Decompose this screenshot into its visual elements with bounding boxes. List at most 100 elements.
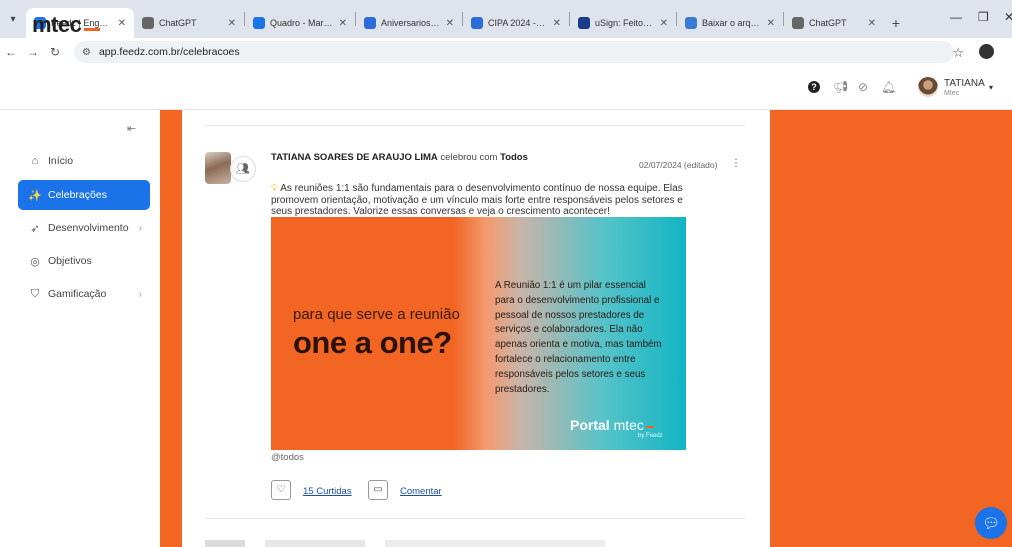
tab-favicon-icon bbox=[578, 17, 590, 29]
tab-title: Aniversarios mai bbox=[381, 18, 440, 28]
browser-tab[interactable]: ChatGPT ✕ bbox=[784, 8, 884, 38]
tab-title: uSign: Feito para bbox=[595, 18, 654, 28]
browser-tab[interactable]: Quadro - Market ✕ bbox=[245, 8, 355, 38]
group-icon: 👥︎ bbox=[230, 156, 256, 182]
banner-logo-light: mtec bbox=[613, 417, 644, 433]
tab-title: Quadro - Market bbox=[270, 18, 333, 28]
lightbulb-icon: 💡︎ bbox=[271, 183, 278, 194]
sidebar-item-label: Objetivos bbox=[48, 255, 92, 267]
tab-close-icon[interactable]: ✕ bbox=[228, 18, 236, 29]
post-verb: celebrou com bbox=[440, 152, 498, 163]
collapse-sidebar-icon[interactable]: ⇤ bbox=[127, 122, 136, 135]
tab-title: Baixar o arquivo bbox=[702, 18, 761, 28]
home-icon: ⌂ bbox=[31, 155, 39, 167]
address-bar: ← → ↻ ⚙ app.feedz.com.br/celebracoes bbox=[0, 38, 1012, 66]
sidebar-item-label: Início bbox=[48, 155, 74, 167]
tab-close-icon[interactable]: ✕ bbox=[446, 18, 454, 29]
sidebar-item-label: Gamificação bbox=[48, 288, 107, 300]
user-company: Mtec bbox=[944, 90, 960, 97]
post-date-value: 02/07/2024 bbox=[639, 160, 682, 170]
sidebar-item-inicio[interactable]: ⌂ Início bbox=[18, 146, 150, 176]
tab-favicon-icon bbox=[685, 17, 697, 29]
site-settings-icon[interactable]: ⚙ bbox=[82, 47, 91, 58]
user-name[interactable]: TATIANA bbox=[944, 78, 985, 89]
forward-icon[interactable]: → bbox=[22, 45, 44, 59]
restore-icon[interactable]: ❐ bbox=[978, 10, 989, 24]
like-heart-icon[interactable]: ♡ bbox=[271, 480, 291, 500]
background-left bbox=[160, 110, 182, 547]
sidebar-item-celebracoes[interactable]: ✨ Celebrações bbox=[18, 180, 150, 210]
url-field[interactable]: ⚙ app.feedz.com.br/celebracoes bbox=[74, 41, 954, 63]
post-author[interactable]: TATIANA SOARES DE ARAUJO LIMA bbox=[271, 152, 438, 163]
tab-close-icon[interactable]: ✕ bbox=[553, 18, 561, 29]
banner-subtitle: para que serve a reunião bbox=[293, 306, 460, 323]
tab-favicon-icon bbox=[792, 17, 804, 29]
party-icon: ✨ bbox=[28, 189, 42, 202]
more-options-icon[interactable]: ⋮ bbox=[731, 158, 741, 169]
post-date: 02/07/2024 (editado) bbox=[639, 160, 717, 170]
browser-tab[interactable]: ChatGPT ✕ bbox=[134, 8, 244, 38]
author-avatar[interactable] bbox=[205, 152, 231, 184]
banner-logo: Portal mtec bbox=[570, 417, 654, 433]
sidebar-item-desenvolvimento[interactable]: ➶ Desenvolvimento › bbox=[18, 213, 150, 243]
sidebar-item-label: Celebrações bbox=[48, 189, 107, 201]
post-text: 💡︎ As reuniões 1:1 são fundamentais para… bbox=[271, 183, 691, 218]
comment-icon[interactable]: ▭ bbox=[368, 480, 388, 500]
tab-title: CIPA 2024 - Apre bbox=[488, 18, 547, 28]
post-edited-label: (editado) bbox=[683, 160, 718, 170]
tab-close-icon[interactable]: ✕ bbox=[767, 18, 775, 29]
post-divider bbox=[205, 125, 745, 126]
tab-close-icon[interactable]: ✕ bbox=[660, 18, 668, 29]
browser-tab[interactable]: Aniversarios mai ✕ bbox=[356, 8, 462, 38]
browser-tab-bar: ▾ Feedz | Engajamen✕ChatGPT✕Quadro - Mar… bbox=[0, 0, 1012, 38]
sidebar-item-objetivos[interactable]: ◎ Objetivos bbox=[18, 246, 150, 276]
tab-title: ChatGPT bbox=[159, 18, 197, 28]
hide-icon[interactable]: ⊘ bbox=[858, 80, 868, 94]
browser-tab[interactable]: CIPA 2024 - Apre ✕ bbox=[463, 8, 569, 38]
logo-text: mtec bbox=[32, 12, 82, 37]
likes-count-link[interactable]: 15 Curtidas bbox=[303, 486, 352, 497]
megaphone-icon[interactable]: 📢︎ bbox=[833, 80, 848, 94]
logo-dash bbox=[84, 28, 101, 31]
browser-tab[interactable]: Baixar o arquivo ✕ bbox=[677, 8, 783, 38]
user-avatar[interactable] bbox=[918, 77, 938, 97]
banner-by-feedz: by Feedz bbox=[638, 433, 663, 439]
mention-tag[interactable]: @todos bbox=[271, 452, 304, 463]
chat-support-button[interactable]: 💬︎ bbox=[975, 507, 1007, 539]
tab-favicon-icon bbox=[142, 17, 154, 29]
bookmark-star-icon[interactable]: ☆ bbox=[952, 45, 964, 61]
minimize-icon[interactable]: — bbox=[950, 10, 962, 24]
trophy-icon: ⛉ bbox=[30, 287, 40, 300]
tab-favicon-icon bbox=[471, 17, 483, 29]
close-window-icon[interactable]: ✕ bbox=[1004, 10, 1012, 24]
tab-search-icon[interactable]: ▾ bbox=[0, 0, 26, 38]
banner-title: one a one? bbox=[293, 325, 452, 360]
comment-link[interactable]: Comentar bbox=[400, 486, 442, 497]
back-icon[interactable]: ← bbox=[0, 45, 22, 59]
new-tab-button[interactable]: + bbox=[884, 8, 908, 38]
banner-paragraph: A Reunião 1:1 é um pilar essencial para … bbox=[495, 280, 662, 395]
post-header: TATIANA SOARES DE ARAUJO LIMA celebrou c… bbox=[271, 152, 528, 163]
sidebar-item-label: Desenvolvimento bbox=[48, 222, 129, 234]
bell-icon[interactable]: 🔔︎ bbox=[881, 80, 896, 94]
reload-icon[interactable]: ↻ bbox=[44, 45, 66, 59]
tab-favicon-icon bbox=[364, 17, 376, 29]
mtec-logo[interactable]: mtec bbox=[32, 12, 101, 38]
next-post-preview bbox=[205, 540, 605, 547]
browser-profile-avatar[interactable] bbox=[979, 44, 994, 59]
browser-tab[interactable]: uSign: Feito para ✕ bbox=[570, 8, 676, 38]
post-body: As reuniões 1:1 são fundamentais para o … bbox=[271, 183, 683, 217]
background-right bbox=[770, 110, 1012, 547]
tab-close-icon[interactable]: ✕ bbox=[118, 18, 126, 29]
user-menu-chevron-icon[interactable]: ▾ bbox=[989, 83, 993, 92]
chevron-right-icon: › bbox=[138, 222, 142, 234]
sidebar-item-gamificacao[interactable]: ⛉ Gamificação › bbox=[18, 279, 150, 309]
chevron-right-icon: › bbox=[138, 288, 142, 300]
banner-logo-bold: Portal bbox=[570, 417, 610, 433]
help-icon[interactable]: ? bbox=[808, 81, 820, 93]
post-image[interactable]: para que serve a reunião one a one? A Re… bbox=[271, 217, 686, 450]
tab-close-icon[interactable]: ✕ bbox=[339, 18, 347, 29]
tab-close-icon[interactable]: ✕ bbox=[868, 18, 876, 29]
tab-favicon-icon bbox=[253, 17, 265, 29]
url-text: app.feedz.com.br/celebracoes bbox=[98, 46, 240, 58]
